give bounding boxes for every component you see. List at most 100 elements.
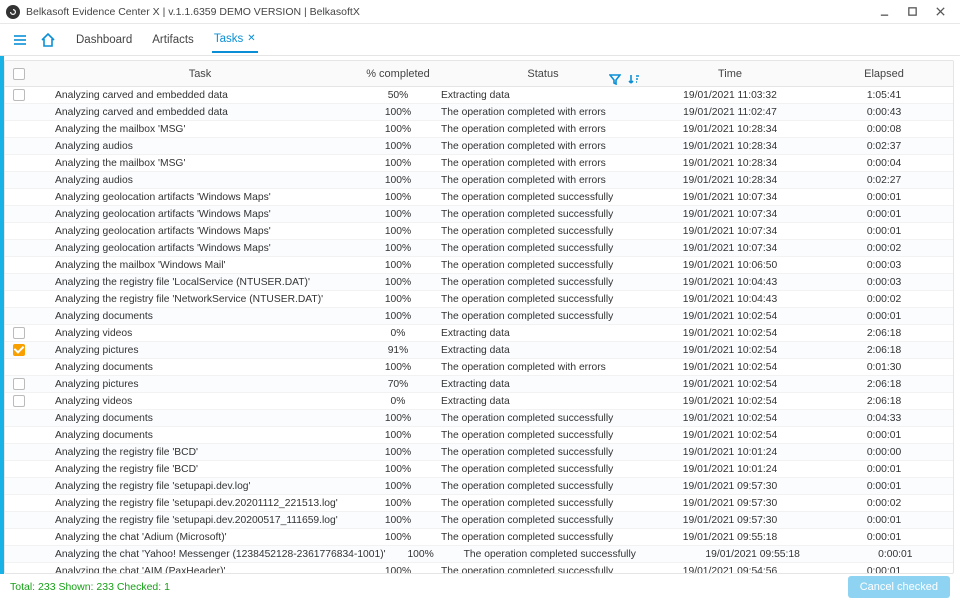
elapsed-text: 0:00:02 xyxy=(815,294,953,305)
time-text: 19/01/2021 10:28:34 xyxy=(645,124,815,135)
elapsed-text: 0:00:02 xyxy=(815,243,953,254)
pct-text: 100% xyxy=(363,124,433,135)
elapsed-text: 0:00:01 xyxy=(815,464,953,475)
home-icon[interactable] xyxy=(36,28,60,52)
sort-icon[interactable] xyxy=(627,73,639,88)
table-row[interactable]: Analyzing the chat 'Yahoo! Messenger (12… xyxy=(5,546,953,563)
table-row[interactable]: Analyzing the registry file 'BCD'100%The… xyxy=(5,444,953,461)
table-row[interactable]: Analyzing geolocation artifacts 'Windows… xyxy=(5,240,953,257)
task-text: Analyzing pictures xyxy=(37,379,363,390)
row-checkbox[interactable] xyxy=(13,327,25,339)
time-text: 19/01/2021 10:04:43 xyxy=(645,294,815,305)
time-text: 19/01/2021 10:04:43 xyxy=(645,277,815,288)
col-header-elapsed[interactable]: Elapsed xyxy=(815,68,953,80)
grid-body[interactable]: Analyzing carved and embedded data50%Ext… xyxy=(5,87,953,573)
table-row[interactable]: Analyzing the mailbox 'MSG'100%The opera… xyxy=(5,155,953,172)
table-row[interactable]: Analyzing the registry file 'NetworkServ… xyxy=(5,291,953,308)
tab-tasks[interactable]: Tasks ✕ xyxy=(212,27,258,53)
hamburger-menu-icon[interactable] xyxy=(8,28,32,52)
table-row[interactable]: Analyzing carved and embedded data100%Th… xyxy=(5,104,953,121)
row-checkbox[interactable] xyxy=(13,89,25,101)
table-row[interactable]: Analyzing the registry file 'BCD'100%The… xyxy=(5,461,953,478)
table-row[interactable]: Analyzing audios100%The operation comple… xyxy=(5,172,953,189)
table-row[interactable]: Analyzing the registry file 'LocalServic… xyxy=(5,274,953,291)
table-row[interactable]: Analyzing pictures70%Extracting data19/0… xyxy=(5,376,953,393)
elapsed-text: 0:00:01 xyxy=(815,209,953,220)
status-text: The operation completed with errors xyxy=(433,141,645,152)
minimize-button[interactable] xyxy=(870,2,898,22)
table-row[interactable]: Analyzing the registry file 'setupapi.de… xyxy=(5,478,953,495)
content-area: Task % completed Status Time Elapsed Ana… xyxy=(0,56,960,574)
time-text: 19/01/2021 10:02:54 xyxy=(645,345,815,356)
col-header-time[interactable]: Time xyxy=(645,68,815,80)
task-text: Analyzing the chat 'Adium (Microsoft)' xyxy=(37,532,363,543)
table-row[interactable]: Analyzing the chat 'Adium (Microsoft)'10… xyxy=(5,529,953,546)
row-checkbox[interactable] xyxy=(13,344,25,356)
pct-text: 100% xyxy=(363,107,433,118)
pct-text: 100% xyxy=(363,294,433,305)
table-row[interactable]: Analyzing geolocation artifacts 'Windows… xyxy=(5,206,953,223)
time-text: 19/01/2021 10:28:34 xyxy=(645,175,815,186)
tab-dashboard[interactable]: Dashboard xyxy=(74,27,134,53)
window-title: Belkasoft Evidence Center X | v.1.1.6359… xyxy=(26,6,360,18)
table-row[interactable]: Analyzing documents100%The operation com… xyxy=(5,427,953,444)
time-text: 19/01/2021 10:01:24 xyxy=(645,447,815,458)
time-text: 19/01/2021 10:02:54 xyxy=(645,430,815,441)
elapsed-text: 0:00:01 xyxy=(815,566,953,574)
filter-icon[interactable] xyxy=(609,73,621,88)
col-header-pct[interactable]: % completed xyxy=(363,68,433,80)
table-row[interactable]: Analyzing carved and embedded data50%Ext… xyxy=(5,87,953,104)
table-row[interactable]: Analyzing documents100%The operation com… xyxy=(5,410,953,427)
task-text: Analyzing the registry file 'setupapi.de… xyxy=(37,498,363,509)
task-text: Analyzing the mailbox 'MSG' xyxy=(37,124,363,135)
table-row[interactable]: Analyzing videos0%Extracting data19/01/2… xyxy=(5,393,953,410)
task-text: Analyzing documents xyxy=(37,311,363,322)
status-text: The operation completed with errors xyxy=(433,158,645,169)
time-text: 19/01/2021 10:06:50 xyxy=(645,260,815,271)
maximize-button[interactable] xyxy=(898,2,926,22)
elapsed-text: 0:00:00 xyxy=(815,447,953,458)
header-checkbox[interactable] xyxy=(13,68,25,80)
elapsed-text: 0:02:27 xyxy=(815,175,953,186)
table-row[interactable]: Analyzing videos0%Extracting data19/01/2… xyxy=(5,325,953,342)
task-text: Analyzing geolocation artifacts 'Windows… xyxy=(37,243,363,254)
table-row[interactable]: Analyzing documents100%The operation com… xyxy=(5,359,953,376)
row-checkbox[interactable] xyxy=(13,395,25,407)
task-text: Analyzing the registry file 'NetworkServ… xyxy=(37,294,363,305)
table-row[interactable]: Analyzing the mailbox 'MSG'100%The opera… xyxy=(5,121,953,138)
titlebar: Belkasoft Evidence Center X | v.1.1.6359… xyxy=(0,0,960,24)
close-button[interactable] xyxy=(926,2,954,22)
pct-text: 100% xyxy=(363,566,433,574)
row-checkbox[interactable] xyxy=(13,378,25,390)
cancel-checked-button[interactable]: Cancel checked xyxy=(848,576,950,598)
table-row[interactable]: Analyzing geolocation artifacts 'Windows… xyxy=(5,223,953,240)
table-row[interactable]: Analyzing geolocation artifacts 'Windows… xyxy=(5,189,953,206)
table-row[interactable]: Analyzing the mailbox 'Windows Mail'100%… xyxy=(5,257,953,274)
time-text: 19/01/2021 10:02:54 xyxy=(645,311,815,322)
status-text: The operation completed successfully xyxy=(433,209,645,220)
pct-text: 100% xyxy=(363,430,433,441)
task-text: Analyzing documents xyxy=(37,413,363,424)
pct-text: 100% xyxy=(363,158,433,169)
task-grid: Task % completed Status Time Elapsed Ana… xyxy=(4,60,954,574)
pct-text: 0% xyxy=(363,328,433,339)
table-row[interactable]: Analyzing the chat 'AIM (PaxHeader)'100%… xyxy=(5,563,953,573)
table-row[interactable]: Analyzing the registry file 'setupapi.de… xyxy=(5,495,953,512)
col-header-task[interactable]: Task xyxy=(33,68,363,80)
time-text: 19/01/2021 10:28:34 xyxy=(645,141,815,152)
table-row[interactable]: Analyzing pictures91%Extracting data19/0… xyxy=(5,342,953,359)
pct-text: 100% xyxy=(363,413,433,424)
table-row[interactable]: Analyzing the registry file 'setupapi.de… xyxy=(5,512,953,529)
time-text: 19/01/2021 09:57:30 xyxy=(645,481,815,492)
status-text: The operation completed with errors xyxy=(433,175,645,186)
elapsed-text: 0:00:03 xyxy=(815,260,953,271)
table-row[interactable]: Analyzing audios100%The operation comple… xyxy=(5,138,953,155)
table-row[interactable]: Analyzing documents100%The operation com… xyxy=(5,308,953,325)
tab-artifacts[interactable]: Artifacts xyxy=(150,27,196,53)
elapsed-text: 0:00:01 xyxy=(815,515,953,526)
time-text: 19/01/2021 10:07:34 xyxy=(645,192,815,203)
status-text: The operation completed successfully xyxy=(433,447,645,458)
tab-close-icon[interactable]: ✕ xyxy=(247,33,255,44)
col-header-status[interactable]: Status xyxy=(433,68,645,80)
pct-text: 100% xyxy=(363,498,433,509)
